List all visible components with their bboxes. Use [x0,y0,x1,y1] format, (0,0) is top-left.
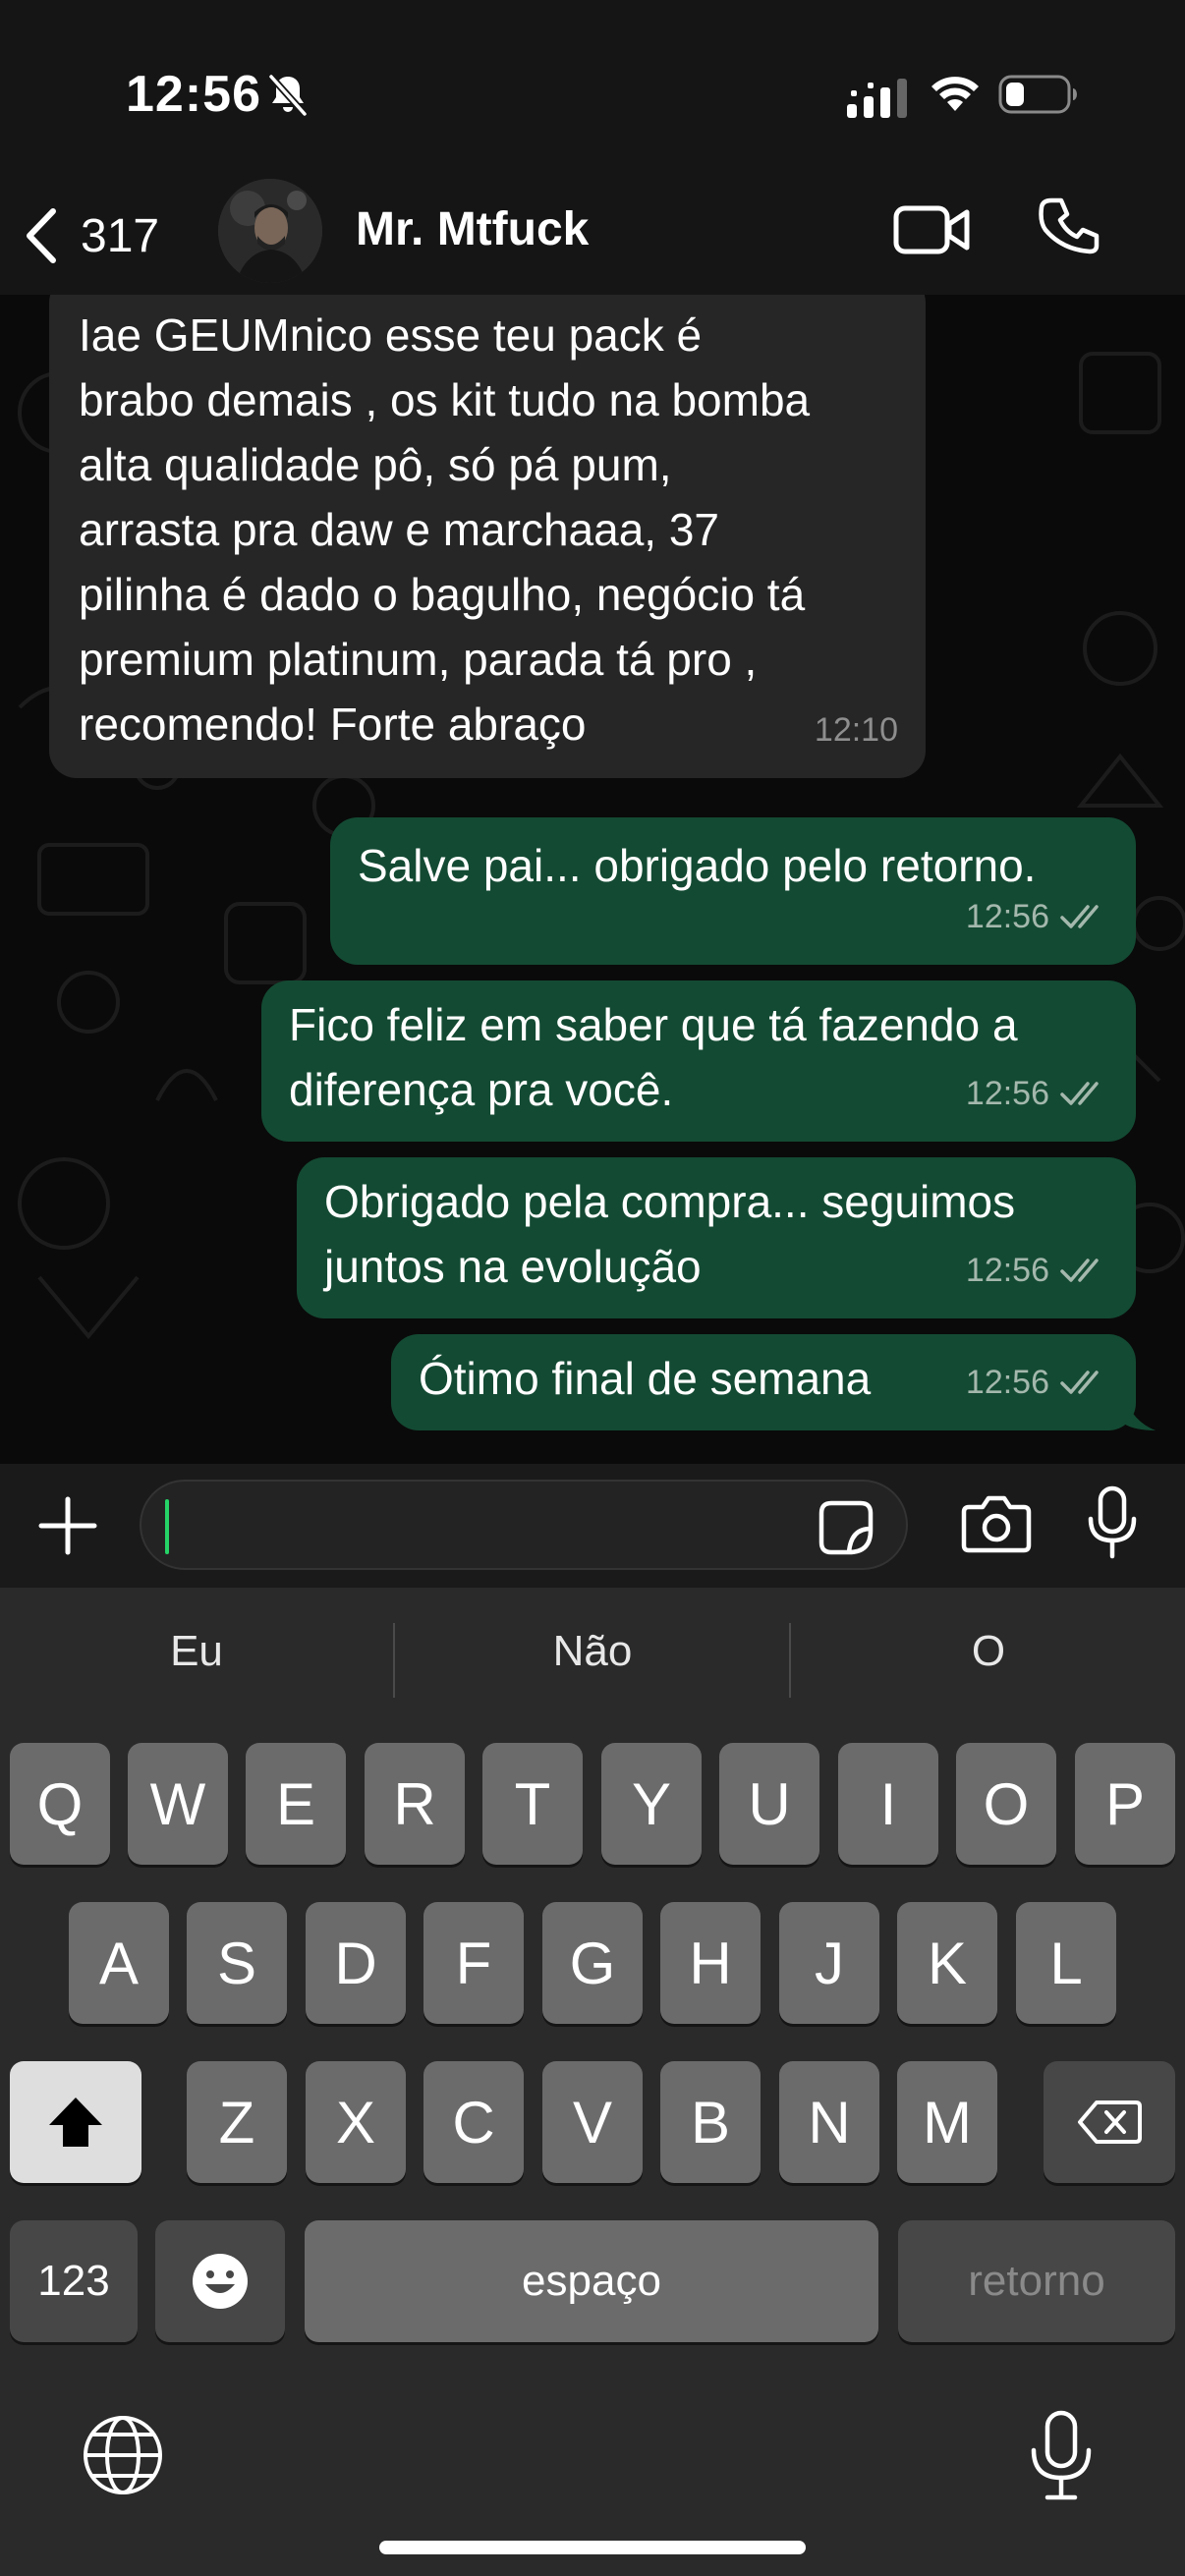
battery-icon [998,75,1077,114]
contact-avatar[interactable] [218,179,322,283]
chat-header: 317 Mr. Mtfuck [0,177,1185,295]
key-c[interactable]: C [423,2061,524,2183]
chat-area[interactable]: Iae GEUMnico esse teu pack é brabo demai… [0,295,1185,1464]
sticker-icon[interactable] [818,1499,875,1556]
message-bubble-outgoing[interactable]: Obrigado pela compra... seguimos juntos … [297,1157,1136,1318]
bubble-tail [1120,1387,1156,1430]
key-f[interactable]: F [423,1902,524,2024]
message-input[interactable] [140,1480,908,1570]
camera-icon[interactable] [961,1491,1032,1556]
key-o[interactable]: O [956,1743,1056,1865]
key-g[interactable]: G [542,1902,643,2024]
back-button[interactable]: 317 [22,196,159,275]
key-e[interactable]: E [246,1743,346,1865]
key-u[interactable]: U [719,1743,819,1865]
message-bubble-outgoing[interactable]: Salve pai... obrigado pelo retorno. 12:5… [330,817,1136,965]
avatar-photo [218,179,322,283]
text-caret [165,1499,169,1554]
suggestion-item[interactable]: Eu [0,1627,393,1676]
status-time: 12:56 [126,66,261,123]
emoji-icon [193,2254,248,2309]
video-camera-icon[interactable] [892,200,971,259]
shift-key[interactable] [10,2061,141,2183]
message-bubble-incoming[interactable]: Iae GEUMnico esse teu pack é brabo demai… [49,295,926,778]
message-bubble-outgoing[interactable]: Fico feliz em saber que tá fazendo a dif… [261,980,1136,1142]
return-key[interactable]: retorno [898,2220,1175,2342]
key-j[interactable]: J [779,1902,879,2024]
message-text: Iae GEUMnico esse teu pack é brabo demai… [79,309,811,750]
key-v[interactable]: V [542,2061,643,2183]
dictation-microphone-icon[interactable] [1022,2409,1100,2503]
message-time: 12:56 [965,1364,1049,1401]
key-p[interactable]: P [1075,1743,1175,1865]
contact-name[interactable]: Mr. Mtfuck [356,202,589,256]
emoji-key[interactable] [155,2220,285,2342]
key-l[interactable]: L [1016,1902,1116,2024]
shift-arrow-icon [49,2098,102,2147]
double-check-icon [1060,1371,1099,1394]
double-check-icon [1060,905,1099,928]
backspace-key[interactable] [1044,2061,1175,2183]
key-k[interactable]: K [897,1902,997,2024]
chevron-left-icon [27,208,56,263]
wifi-icon [931,77,979,111]
home-indicator[interactable] [379,2541,806,2554]
key-h[interactable]: H [660,1902,761,2024]
key-b[interactable]: B [660,2061,761,2183]
message-composer [0,1464,1185,1588]
key-r[interactable]: R [365,1743,465,1865]
cellular-signal-icon [847,79,907,118]
message-time: 12:56 [965,1075,1049,1112]
message-time: 12:56 [965,1252,1049,1289]
numbers-key[interactable]: 123 [10,2220,138,2342]
double-check-icon [1060,1082,1099,1105]
globe-icon[interactable] [81,2413,165,2497]
message-meta: 12:56 [966,884,1108,949]
microphone-icon[interactable] [1087,1485,1138,1560]
key-q[interactable]: Q [10,1743,110,1865]
bell-slash-icon [268,74,308,117]
key-i[interactable]: I [838,1743,938,1865]
plus-icon[interactable] [35,1493,100,1558]
key-a[interactable]: A [69,1902,169,2024]
key-m[interactable]: M [897,2061,997,2183]
message-meta: 12:56 [966,1350,1108,1415]
message-meta: 12:10 [815,698,898,762]
key-y[interactable]: Y [601,1743,702,1865]
key-t[interactable]: T [482,1743,583,1865]
key-w[interactable]: W [128,1743,228,1865]
phone-icon[interactable] [1038,195,1102,259]
backspace-icon [1078,2100,1142,2144]
key-x[interactable]: X [306,2061,406,2183]
key-z[interactable]: Z [187,2061,287,2183]
suggestion-item[interactable]: O [792,1627,1185,1676]
top-bar: 12:56 317 Mr. Mtfuck [0,0,1185,295]
key-s[interactable]: S [187,1902,287,2024]
keyboard: Eu Não O Q W E R T Y U I O P A S D F G H… [0,1588,1185,2576]
suggestion-item[interactable]: Não [396,1627,789,1676]
key-n[interactable]: N [779,2061,879,2183]
space-key[interactable]: espaço [305,2220,878,2342]
message-meta: 12:56 [966,1061,1108,1126]
double-check-icon [1060,1259,1099,1282]
message-time: 12:56 [965,898,1049,935]
keyboard-suggestions: Eu Não O [0,1588,1185,1735]
message-bubble-outgoing[interactable]: Ótimo final de semana 12:56 [391,1334,1136,1430]
suggestion-divider [789,1623,791,1698]
suggestion-divider [393,1623,395,1698]
unread-count: 317 [81,209,160,262]
key-d[interactable]: D [306,1902,406,2024]
message-time: 12:10 [814,711,898,749]
status-bar: 12:56 [0,0,1185,177]
message-meta: 12:56 [966,1238,1108,1303]
